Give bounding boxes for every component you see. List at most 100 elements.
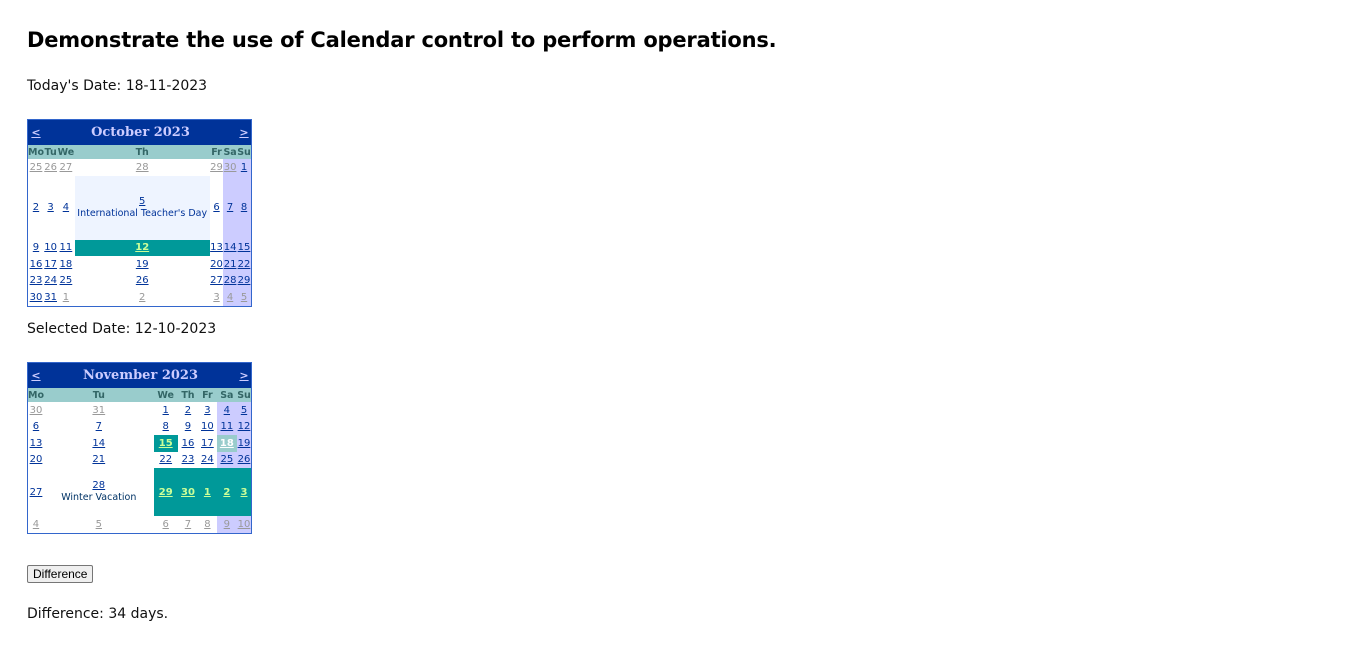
day-number-link[interactable]: 4 [63,202,69,213]
day-number-link[interactable]: 13 [30,438,43,449]
calendar-day[interactable]: 1 [57,289,74,306]
calendar-day[interactable]: 7 [178,516,198,533]
day-number-link[interactable]: 1 [163,405,169,416]
day-number-link[interactable]: 23 [30,275,43,286]
calendar-day[interactable]: 10 [198,419,217,436]
day-number-link[interactable]: 26 [238,454,251,465]
calendar-day[interactable]: 21 [44,452,154,469]
day-number-link[interactable]: 10 [238,519,251,530]
calendar-day[interactable]: 1 [237,159,252,176]
day-number-link[interactable]: 26 [136,275,149,286]
calendar-day[interactable]: 15 [153,435,178,452]
calendar-day[interactable]: 15 [237,239,252,256]
day-number-link[interactable]: 9 [33,242,39,253]
calendar-day[interactable]: 17 [44,256,57,273]
calendar-day[interactable]: 31 [44,402,154,419]
calendar-day[interactable]: 12 [237,418,252,435]
calendar-day[interactable]: 14 [44,435,154,452]
day-number-link[interactable]: 7 [185,519,191,530]
day-number-link[interactable]: 14 [224,242,237,253]
calendar-day[interactable]: 25 [216,451,237,468]
day-number-link[interactable]: 24 [201,454,214,465]
day-number-link[interactable]: 28 [224,275,237,286]
calendar-day[interactable]: 9 [28,240,44,257]
calendar-day[interactable]: 30 [28,289,44,306]
day-number-link[interactable]: 25 [60,275,73,286]
day-number-link[interactable]: 3 [204,405,210,416]
calendar-day[interactable]: 31 [44,289,57,306]
calendar-day[interactable]: 2 [75,289,210,306]
day-number-link[interactable]: 1 [204,487,211,498]
calendar-day[interactable]: 3 [198,402,217,419]
day-number-link[interactable]: 30 [30,292,43,303]
calendar-day[interactable]: 1 [198,468,217,516]
day-number-link[interactable]: 12 [238,421,251,432]
next-month-link[interactable]: > [237,362,252,388]
day-number-link[interactable]: 3 [241,487,248,498]
calendar-day[interactable]: 11 [57,240,74,257]
day-number-link[interactable]: 21 [224,259,237,270]
calendar-day[interactable]: 8 [237,175,252,240]
calendar-day[interactable]: 10 [237,516,252,533]
calendar-day[interactable]: 2 [28,176,44,240]
day-number-link[interactable]: 6 [213,202,219,213]
calendar-day[interactable]: 1 [154,402,178,419]
calendar-day[interactable]: 8 [198,516,217,533]
calendar-day[interactable]: 4 [223,289,237,306]
day-number-link[interactable]: 4 [224,405,230,416]
calendar-day[interactable]: 29 [210,159,223,176]
day-number-link[interactable]: 10 [44,242,57,253]
day-number-link[interactable]: 16 [30,259,43,270]
day-number-link[interactable]: 7 [96,421,102,432]
day-number-link[interactable]: 2 [185,405,191,416]
day-number-link[interactable]: 4 [33,519,39,530]
calendar-day[interactable]: 17 [198,435,217,452]
calendar-day[interactable]: 6 [154,516,178,533]
calendar-day[interactable]: 27 [210,273,223,290]
calendar-day[interactable]: 26 [237,451,252,468]
day-number-link[interactable]: 6 [33,421,39,432]
day-number-link[interactable]: 8 [163,421,169,432]
calendar-day[interactable]: 9 [216,516,237,533]
day-number-link[interactable]: 17 [44,259,57,270]
day-number-link[interactable]: 24 [44,275,57,286]
day-number-link[interactable]: 31 [44,292,57,303]
day-number-link[interactable]: 8 [204,519,210,530]
calendar-day[interactable]: 12 [74,239,210,256]
day-number-link[interactable]: 30 [224,162,237,173]
calendar-day[interactable]: 28 [223,272,237,289]
day-number-link[interactable]: 30 [181,487,195,498]
day-number-link[interactable]: 11 [60,242,73,253]
calendar-day[interactable]: 23 [28,273,44,290]
day-number-link[interactable]: 4 [227,292,233,303]
prev-month-link[interactable]: < [27,362,44,388]
calendar-day[interactable]: 5 [44,516,154,533]
calendar-day[interactable]: 19 [75,256,210,273]
calendar-day[interactable]: 10 [44,240,57,257]
calendar-day[interactable]: 11 [216,418,237,435]
calendar-day[interactable]: 4 [216,402,237,419]
calendar-day[interactable]: 3 [44,176,57,240]
calendar-day[interactable]: 7 [223,175,237,240]
calendar-day[interactable]: 19 [237,435,252,452]
day-number-link[interactable]: 5 [241,405,247,416]
calendar-day[interactable]: 27 [28,468,44,516]
calendar-day[interactable]: 26 [75,273,210,290]
day-number-link[interactable]: 31 [92,405,105,416]
day-number-link[interactable]: 3 [213,292,219,303]
day-number-link[interactable]: 9 [185,421,191,432]
calendar-day[interactable]: 16 [28,256,44,273]
day-number-link[interactable]: 21 [92,454,105,465]
calendar-day[interactable]: 30 [177,468,199,516]
day-number-link[interactable]: 3 [47,202,53,213]
day-number-link[interactable]: 8 [241,202,247,213]
day-number-link[interactable]: 14 [92,438,105,449]
day-number-link[interactable]: 18 [60,259,73,270]
day-number-link[interactable]: 25 [220,454,233,465]
day-number-link[interactable]: 28 [92,480,105,491]
calendar-day[interactable]: 28 [75,159,210,176]
calendar-day[interactable]: 18 [216,435,237,452]
difference-button[interactable]: Difference [27,565,94,583]
calendar-day[interactable]: 25 [28,159,44,176]
day-number-link[interactable]: 23 [182,454,195,465]
